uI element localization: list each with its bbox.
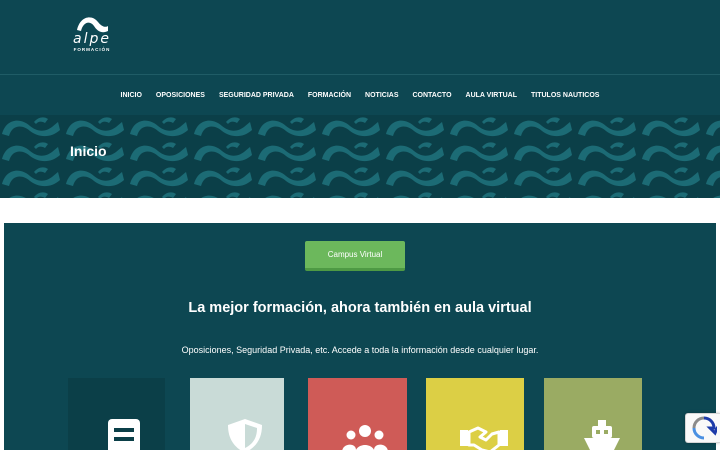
ship-icon xyxy=(584,420,620,450)
users-icon xyxy=(342,425,388,450)
shield-icon xyxy=(228,419,262,450)
card-noticias[interactable] xyxy=(426,378,524,450)
nav-inicio[interactable]: INICIO xyxy=(121,92,142,99)
recaptcha-icon xyxy=(692,416,717,440)
logo-subtitle: FORMACIÓN xyxy=(73,47,111,52)
section-description: Oposiciones, Seguridad Privada, etc. Acc… xyxy=(181,345,539,355)
nav-noticias[interactable]: NOTICIAS xyxy=(365,92,398,99)
document-icon xyxy=(108,419,140,450)
card-seguridad-privada[interactable] xyxy=(190,378,284,450)
page-title: Inicio xyxy=(70,143,107,159)
virtual-campus-section: Campus Virtual La mejor formación, ahora… xyxy=(4,223,716,450)
card-oposiciones[interactable] xyxy=(68,378,165,450)
section-heading: La mejor formación, ahora también en aul… xyxy=(188,300,532,316)
main-nav: INICIO OPOSICIONES SEGURIDAD PRIVADA FOR… xyxy=(0,75,720,115)
nav-titulos-nauticos[interactable]: TITULOS NAUTICOS xyxy=(531,92,599,99)
nav-aula-virtual[interactable]: AULA VIRTUAL xyxy=(466,92,517,99)
page-banner: Inicio xyxy=(0,115,720,198)
nav-oposiciones[interactable]: OPOSICIONES xyxy=(156,92,205,99)
card-formacion[interactable] xyxy=(308,378,407,450)
logo-wordmark: alpe xyxy=(73,31,111,47)
campus-virtual-button[interactable]: Campus Virtual xyxy=(305,241,405,271)
nav-seguridad-privada[interactable]: SEGURIDAD PRIVADA xyxy=(219,92,294,99)
nav-contacto[interactable]: CONTACTO xyxy=(413,92,452,99)
site-logo[interactable]: alpe FORMACIÓN xyxy=(70,14,114,56)
nav-formacion[interactable]: FORMACIÓN xyxy=(308,92,351,99)
wave-pattern xyxy=(0,115,720,198)
handshake-icon xyxy=(460,426,508,450)
card-titulos-nauticos[interactable] xyxy=(544,378,642,450)
site-header: alpe FORMACIÓN INICIO OPOSICIONES SEGURI… xyxy=(0,0,720,115)
recaptcha-badge[interactable] xyxy=(685,413,720,443)
